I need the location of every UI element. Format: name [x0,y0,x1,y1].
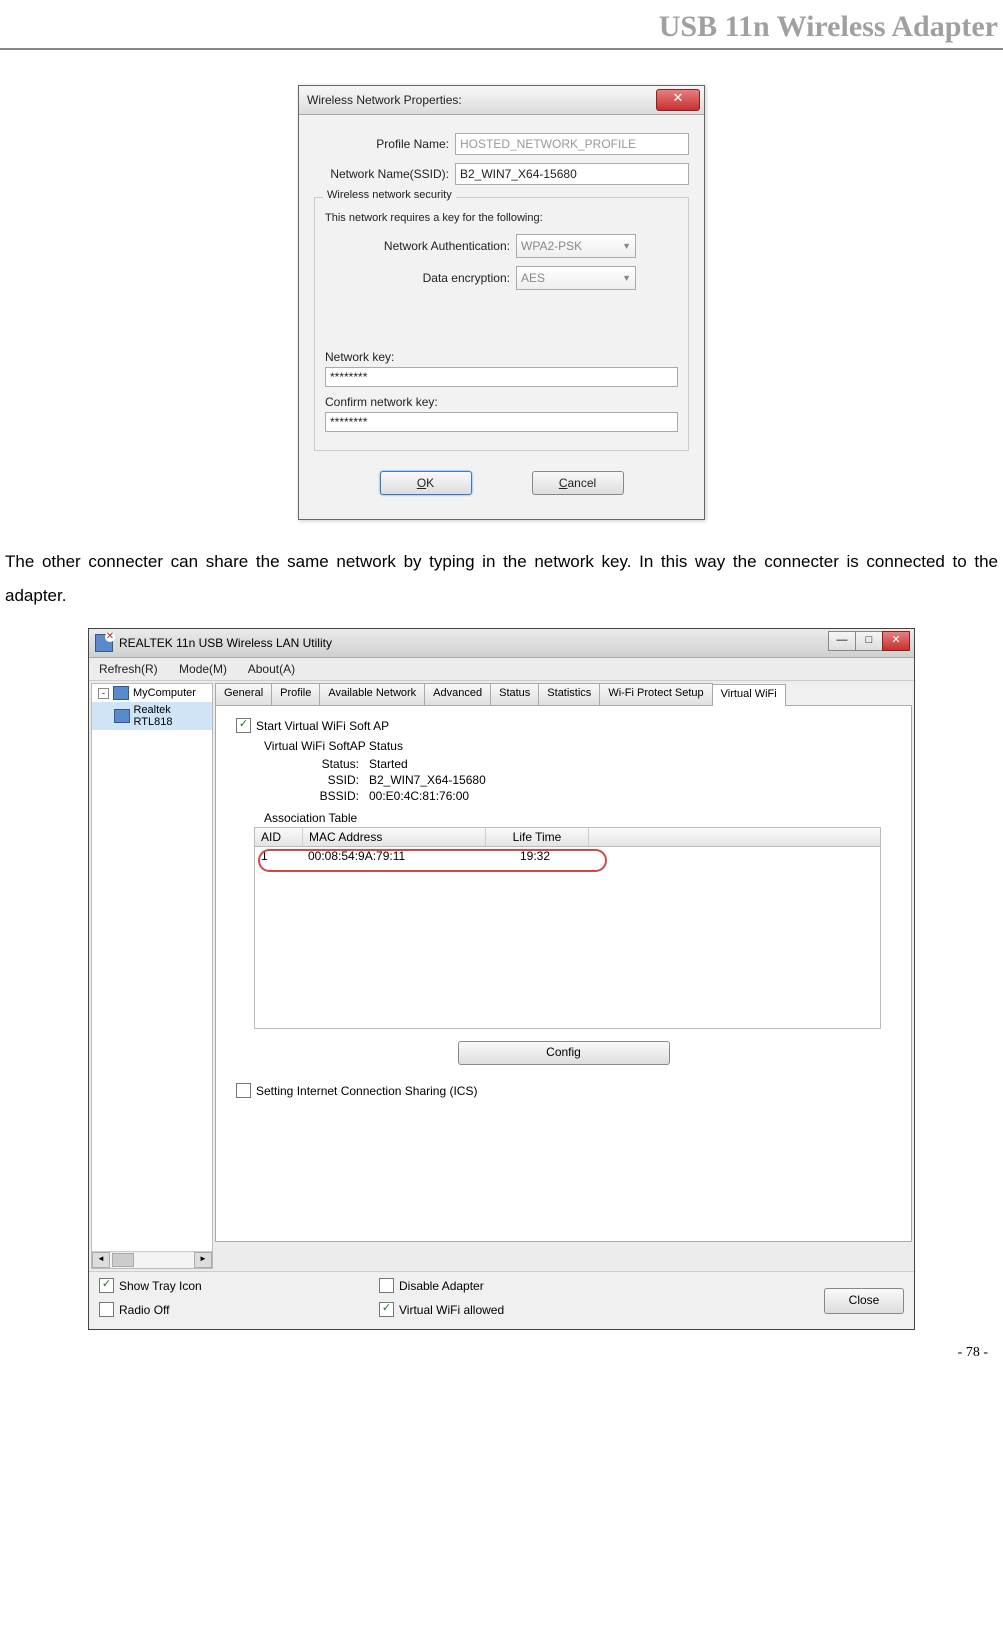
ics-checkbox[interactable] [236,1083,251,1098]
table-row[interactable]: 1 00:08:54:9A:79:11 19:32 [255,847,880,865]
tree-child[interactable]: Realtek RTL818 [92,702,212,730]
auth-select[interactable]: WPA2-PSK ▼ [516,234,636,258]
wireless-properties-dialog: Wireless Network Properties: ✕ Profile N… [298,85,705,520]
collapse-icon[interactable]: - [98,688,109,699]
close-button[interactable]: Close [824,1288,904,1314]
cell-lifetime: 19:32 [484,848,586,864]
cell-mac: 00:08:54:9A:79:11 [302,848,484,864]
menubar: Refresh(R) Mode(M) About(A) [89,658,914,680]
body-paragraph: The other connecter can share the same n… [5,545,998,613]
scroll-thumb[interactable] [112,1253,134,1267]
show-tray-label: Show Tray Icon [119,1279,202,1293]
start-softap-checkbox[interactable] [236,718,251,733]
profile-name-label: Profile Name: [314,137,455,151]
encryption-value: AES [521,271,545,285]
tree-child-label: Realtek RTL818 [134,704,211,728]
softap-ssid-label: SSID: [304,773,359,787]
start-softap-label: Start Virtual WiFi Soft AP [256,719,389,733]
tab-advanced[interactable]: Advanced [424,683,491,705]
status-label: Status: [304,757,359,771]
dialog-titlebar: Wireless Network Properties: ✕ [299,86,704,115]
device-tree[interactable]: - MyComputer Realtek RTL818 ◄ ► [91,683,213,1269]
tab-bar: General Profile Available Network Advanc… [215,683,912,706]
auth-label: Network Authentication: [325,239,516,253]
scroll-left-icon[interactable]: ◄ [92,1252,110,1268]
radio-off-label: Radio Off [119,1303,169,1317]
tab-profile[interactable]: Profile [271,683,320,705]
chevron-down-icon: ▼ [622,241,631,251]
bssid-value: 00:E0:4C:81:76:00 [369,789,469,803]
computer-icon [113,686,129,700]
chevron-down-icon: ▼ [622,273,631,283]
radio-off-checkbox[interactable] [99,1302,114,1317]
status-value: Started [369,757,408,771]
confirm-key-label: Confirm network key: [325,395,678,409]
window-title: REALTEK 11n USB Wireless LAN Utility [119,636,332,650]
ssid-label: Network Name(SSID): [314,167,455,181]
cancel-button[interactable]: Cancel [532,471,624,495]
profile-name-input[interactable]: HOSTED_NETWORK_PROFILE [455,133,689,155]
scroll-right-icon[interactable]: ► [194,1252,212,1268]
virtual-wifi-label: Virtual WiFi allowed [399,1303,504,1317]
dialog-title: Wireless Network Properties: [307,93,656,107]
show-tray-checkbox[interactable] [99,1278,114,1293]
tab-status[interactable]: Status [490,683,539,705]
page-header: USB 11n Wireless Adapter [0,0,1003,50]
confirm-key-input[interactable]: ******** [325,412,678,432]
tab-available-network[interactable]: Available Network [319,683,425,705]
scroll-track[interactable] [110,1253,194,1267]
encryption-label: Data encryption: [325,271,516,285]
assoc-table-title: Association Table [264,811,891,825]
disable-adapter-checkbox[interactable] [379,1278,394,1293]
close-icon[interactable]: ✕ [882,631,910,651]
page-number: - 78 - [0,1330,1003,1371]
window-titlebar: REALTEK 11n USB Wireless LAN Utility — □… [89,629,914,658]
bssid-label: BSSID: [304,789,359,803]
tree-root-label: MyComputer [133,687,196,699]
cell-aid: 1 [255,848,302,864]
ssid-input[interactable]: B2_WIN7_X64-15680 [455,163,689,185]
auth-value: WPA2-PSK [521,239,582,253]
security-group-title: Wireless network security [323,189,456,201]
app-icon [95,634,113,652]
encryption-select[interactable]: AES ▼ [516,266,636,290]
association-table: AID MAC Address Life Time 1 00:08:54:9A:… [254,827,881,1029]
adapter-icon [114,709,130,723]
menu-about[interactable]: About(A) [248,662,295,676]
col-mac[interactable]: MAC Address [303,828,486,846]
config-button[interactable]: Config [458,1041,670,1065]
softap-ssid-value: B2_WIN7_X64-15680 [369,773,486,787]
tree-root[interactable]: - MyComputer [92,684,212,702]
close-icon[interactable]: ✕ [656,89,700,111]
maximize-icon[interactable]: □ [855,631,883,651]
network-key-input[interactable]: ******** [325,367,678,387]
tab-virtual-wifi[interactable]: Virtual WiFi [712,684,786,706]
col-aid[interactable]: AID [255,828,303,846]
horizontal-scrollbar[interactable]: ◄ ► [92,1251,212,1268]
tab-wps[interactable]: Wi-Fi Protect Setup [599,683,712,705]
network-key-label: Network key: [325,350,678,364]
minimize-icon[interactable]: — [828,631,856,651]
security-subtext: This network requires a key for the foll… [325,212,678,224]
menu-refresh[interactable]: Refresh(R) [99,662,158,676]
tab-general[interactable]: General [215,683,272,705]
disable-adapter-label: Disable Adapter [399,1279,484,1293]
virtual-wifi-checkbox[interactable] [379,1302,394,1317]
softap-status-title: Virtual WiFi SoftAP Status [264,739,891,753]
col-lifetime[interactable]: Life Time [486,828,589,846]
ics-label: Setting Internet Connection Sharing (ICS… [256,1084,477,1098]
menu-mode[interactable]: Mode(M) [179,662,227,676]
tab-statistics[interactable]: Statistics [538,683,600,705]
ok-button[interactable]: OK [380,471,472,495]
realtek-utility-window: REALTEK 11n USB Wireless LAN Utility — □… [88,628,915,1330]
